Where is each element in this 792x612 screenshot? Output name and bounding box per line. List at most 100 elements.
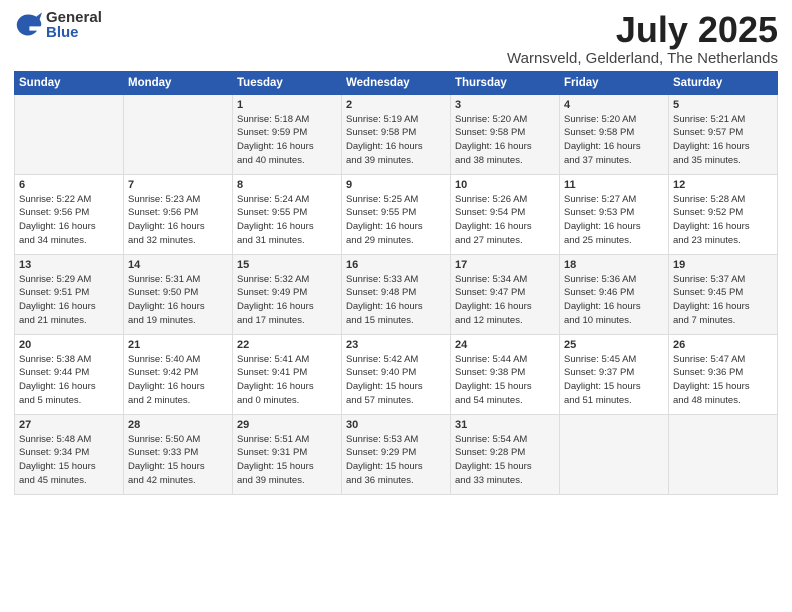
day-info: Sunrise: 5:38 AM Sunset: 9:44 PM Dayligh… — [19, 353, 119, 408]
calendar-cell — [560, 414, 669, 494]
calendar-cell: 19 Sunrise: 5:37 AM Sunset: 9:45 PM Dayli… — [669, 254, 778, 334]
col-thursday: Thursday — [451, 71, 560, 94]
day-info: Sunrise: 5:40 AM Sunset: 9:42 PM Dayligh… — [128, 353, 228, 408]
day-number: 24 — [455, 339, 555, 351]
day-info: Sunrise: 5:29 AM Sunset: 9:51 PM Dayligh… — [19, 273, 119, 328]
day-number: 14 — [128, 259, 228, 271]
day-info: Sunrise: 5:53 AM Sunset: 9:29 PM Dayligh… — [346, 433, 446, 488]
logo: General Blue — [14, 10, 102, 40]
day-info: Sunrise: 5:50 AM Sunset: 9:33 PM Dayligh… — [128, 433, 228, 488]
day-number: 8 — [237, 179, 337, 191]
calendar-cell: 6 Sunrise: 5:22 AM Sunset: 9:56 PM Daylig… — [15, 174, 124, 254]
calendar-cell — [124, 94, 233, 174]
calendar-cell: 18 Sunrise: 5:36 AM Sunset: 9:46 PM Dayli… — [560, 254, 669, 334]
calendar-cell: 5Sunrise: 5:21 AM Sunset: 9:57 PM Daylig… — [669, 94, 778, 174]
day-number: 1 — [237, 99, 337, 111]
calendar-cell: 4Sunrise: 5:20 AM Sunset: 9:58 PM Daylig… — [560, 94, 669, 174]
logo-icon — [14, 11, 42, 39]
day-info: Sunrise: 5:48 AM Sunset: 9:34 PM Dayligh… — [19, 433, 119, 488]
header-row: Sunday Monday Tuesday Wednesday Thursday… — [15, 71, 778, 94]
day-info: Sunrise: 5:28 AM Sunset: 9:52 PM Dayligh… — [673, 193, 773, 248]
day-number: 23 — [346, 339, 446, 351]
calendar-cell: 30 Sunrise: 5:53 AM Sunset: 9:29 PM Dayli… — [342, 414, 451, 494]
logo-blue-text: Blue — [46, 25, 102, 40]
day-info: Sunrise: 5:42 AM Sunset: 9:40 PM Dayligh… — [346, 353, 446, 408]
day-info: Sunrise: 5:20 AM Sunset: 9:58 PM Dayligh… — [455, 113, 555, 168]
day-info: Sunrise: 5:27 AM Sunset: 9:53 PM Dayligh… — [564, 193, 664, 248]
calendar-table: Sunday Monday Tuesday Wednesday Thursday… — [14, 71, 778, 495]
col-monday: Monday — [124, 71, 233, 94]
day-number: 30 — [346, 419, 446, 431]
subtitle: Warnsveld, Gelderland, The Netherlands — [507, 50, 778, 67]
col-sunday: Sunday — [15, 71, 124, 94]
col-saturday: Saturday — [669, 71, 778, 94]
day-number: 27 — [19, 419, 119, 431]
day-number: 19 — [673, 259, 773, 271]
day-info: Sunrise: 5:24 AM Sunset: 9:55 PM Dayligh… — [237, 193, 337, 248]
day-number: 2 — [346, 99, 446, 111]
day-info: Sunrise: 5:26 AM Sunset: 9:54 PM Dayligh… — [455, 193, 555, 248]
day-info: Sunrise: 5:45 AM Sunset: 9:37 PM Dayligh… — [564, 353, 664, 408]
logo-text: General Blue — [46, 10, 102, 40]
day-info: Sunrise: 5:51 AM Sunset: 9:31 PM Dayligh… — [237, 433, 337, 488]
title-block: July 2025 Warnsveld, Gelderland, The Net… — [507, 10, 778, 67]
calendar-cell: 14 Sunrise: 5:31 AM Sunset: 9:50 PM Dayli… — [124, 254, 233, 334]
day-number: 6 — [19, 179, 119, 191]
day-info: Sunrise: 5:31 AM Sunset: 9:50 PM Dayligh… — [128, 273, 228, 328]
day-info: Sunrise: 5:22 AM Sunset: 9:56 PM Dayligh… — [19, 193, 119, 248]
day-number: 17 — [455, 259, 555, 271]
day-info: Sunrise: 5:47 AM Sunset: 9:36 PM Dayligh… — [673, 353, 773, 408]
main-title: July 2025 — [507, 10, 778, 50]
calendar-cell — [15, 94, 124, 174]
day-info: Sunrise: 5:18 AM Sunset: 9:59 PM Dayligh… — [237, 113, 337, 168]
calendar-cell: 29 Sunrise: 5:51 AM Sunset: 9:31 PM Dayli… — [233, 414, 342, 494]
day-number: 9 — [346, 179, 446, 191]
day-info: Sunrise: 5:23 AM Sunset: 9:56 PM Dayligh… — [128, 193, 228, 248]
day-info: Sunrise: 5:37 AM Sunset: 9:45 PM Dayligh… — [673, 273, 773, 328]
day-number: 5 — [673, 99, 773, 111]
calendar-body: 1 Sunrise: 5:18 AM Sunset: 9:59 PM Daylig… — [15, 94, 778, 494]
week-row-3: 13 Sunrise: 5:29 AM Sunset: 9:51 PM Dayli… — [15, 254, 778, 334]
calendar-cell: 23 Sunrise: 5:42 AM Sunset: 9:40 PM Dayli… — [342, 334, 451, 414]
day-number: 11 — [564, 179, 664, 191]
day-number: 10 — [455, 179, 555, 191]
day-info: Sunrise: 5:33 AM Sunset: 9:48 PM Dayligh… — [346, 273, 446, 328]
calendar-cell: 9Sunrise: 5:25 AM Sunset: 9:55 PM Daylig… — [342, 174, 451, 254]
calendar-cell — [669, 414, 778, 494]
logo-general-text: General — [46, 10, 102, 25]
day-number: 18 — [564, 259, 664, 271]
calendar-cell: 21Sunrise: 5:40 AM Sunset: 9:42 PM Dayli… — [124, 334, 233, 414]
day-number: 28 — [128, 419, 228, 431]
day-number: 20 — [19, 339, 119, 351]
day-info: Sunrise: 5:44 AM Sunset: 9:38 PM Dayligh… — [455, 353, 555, 408]
day-info: Sunrise: 5:54 AM Sunset: 9:28 PM Dayligh… — [455, 433, 555, 488]
calendar-cell: 7Sunrise: 5:23 AM Sunset: 9:56 PM Daylig… — [124, 174, 233, 254]
calendar-cell: 3Sunrise: 5:20 AM Sunset: 9:58 PM Daylig… — [451, 94, 560, 174]
day-number: 12 — [673, 179, 773, 191]
day-info: Sunrise: 5:36 AM Sunset: 9:46 PM Dayligh… — [564, 273, 664, 328]
day-number: 13 — [19, 259, 119, 271]
day-info: Sunrise: 5:20 AM Sunset: 9:58 PM Dayligh… — [564, 113, 664, 168]
calendar-cell: 16 Sunrise: 5:33 AM Sunset: 9:48 PM Dayli… — [342, 254, 451, 334]
col-friday: Friday — [560, 71, 669, 94]
calendar-cell: 1 Sunrise: 5:18 AM Sunset: 9:59 PM Daylig… — [233, 94, 342, 174]
day-info: Sunrise: 5:41 AM Sunset: 9:41 PM Dayligh… — [237, 353, 337, 408]
calendar-cell: 25Sunrise: 5:45 AM Sunset: 9:37 PM Dayli… — [560, 334, 669, 414]
calendar-cell: 31Sunrise: 5:54 AM Sunset: 9:28 PM Dayli… — [451, 414, 560, 494]
day-number: 29 — [237, 419, 337, 431]
day-number: 26 — [673, 339, 773, 351]
calendar-cell: 10 Sunrise: 5:26 AM Sunset: 9:54 PM Dayli… — [451, 174, 560, 254]
day-number: 16 — [346, 259, 446, 271]
week-row-5: 27 Sunrise: 5:48 AM Sunset: 9:34 PM Dayli… — [15, 414, 778, 494]
day-info: Sunrise: 5:19 AM Sunset: 9:58 PM Dayligh… — [346, 113, 446, 168]
day-number: 22 — [237, 339, 337, 351]
header: General Blue July 2025 Warnsveld, Gelder… — [14, 10, 778, 67]
calendar-cell: 2 Sunrise: 5:19 AM Sunset: 9:58 PM Daylig… — [342, 94, 451, 174]
page-container: General Blue July 2025 Warnsveld, Gelder… — [0, 0, 792, 503]
calendar-cell: 11 Sunrise: 5:27 AM Sunset: 9:53 PM Dayli… — [560, 174, 669, 254]
week-row-1: 1 Sunrise: 5:18 AM Sunset: 9:59 PM Daylig… — [15, 94, 778, 174]
calendar-header: Sunday Monday Tuesday Wednesday Thursday… — [15, 71, 778, 94]
calendar-cell: 28 Sunrise: 5:50 AM Sunset: 9:33 PM Dayli… — [124, 414, 233, 494]
week-row-4: 20 Sunrise: 5:38 AM Sunset: 9:44 PM Dayli… — [15, 334, 778, 414]
day-number: 15 — [237, 259, 337, 271]
